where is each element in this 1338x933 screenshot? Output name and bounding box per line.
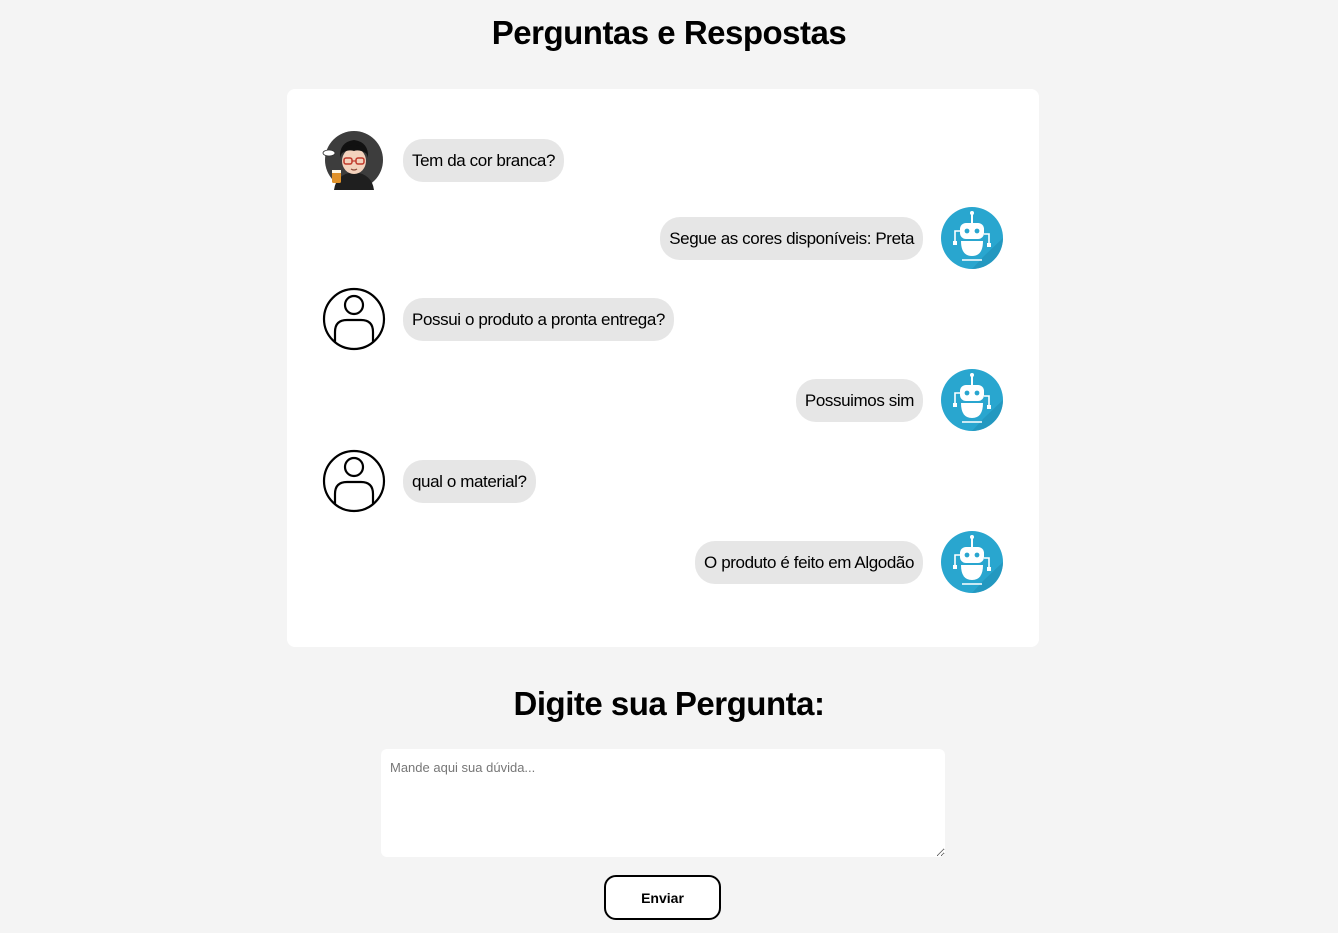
message-bubble: Tem da cor branca?	[403, 139, 565, 182]
chat-message-bot: Segue as cores disponíveis: Preta	[644, 206, 1004, 270]
chat-message-user: Tem da cor branca?	[322, 128, 622, 192]
cartoon-user-avatar	[322, 128, 386, 192]
page: Perguntas e Respostas Tem da cor branca?…	[0, 0, 1338, 933]
chat-message-user: qual o material?	[322, 449, 622, 513]
chat-message-bot: Possuimos sim	[744, 368, 1004, 432]
page-title: Perguntas e Respostas	[491, 14, 847, 51]
chat-message-bot: O produto é feito em Algodão	[644, 530, 1004, 594]
message-bubble: Possui o produto a pronta entrega?	[403, 298, 674, 341]
robot-avatar	[940, 206, 1004, 270]
robot-avatar	[940, 530, 1004, 594]
send-button[interactable]: Enviar	[604, 875, 721, 920]
message-bubble: qual o material?	[403, 460, 536, 503]
chat-message-user: Possui o produto a pronta entrega?	[322, 287, 722, 351]
message-bubble: Possuimos sim	[795, 379, 923, 422]
user-outline-icon	[322, 287, 386, 351]
message-bubble: Segue as cores disponíveis: Preta	[660, 217, 923, 260]
robot-avatar	[940, 368, 1004, 432]
message-bubble: O produto é feito em Algodão	[695, 541, 923, 584]
user-outline-icon	[322, 449, 386, 513]
question-textarea[interactable]	[381, 749, 945, 857]
chat-card: Tem da cor branca? Segue as cores dispon…	[287, 89, 1039, 647]
question-form-title: Digite sua Pergunta:	[513, 685, 825, 722]
